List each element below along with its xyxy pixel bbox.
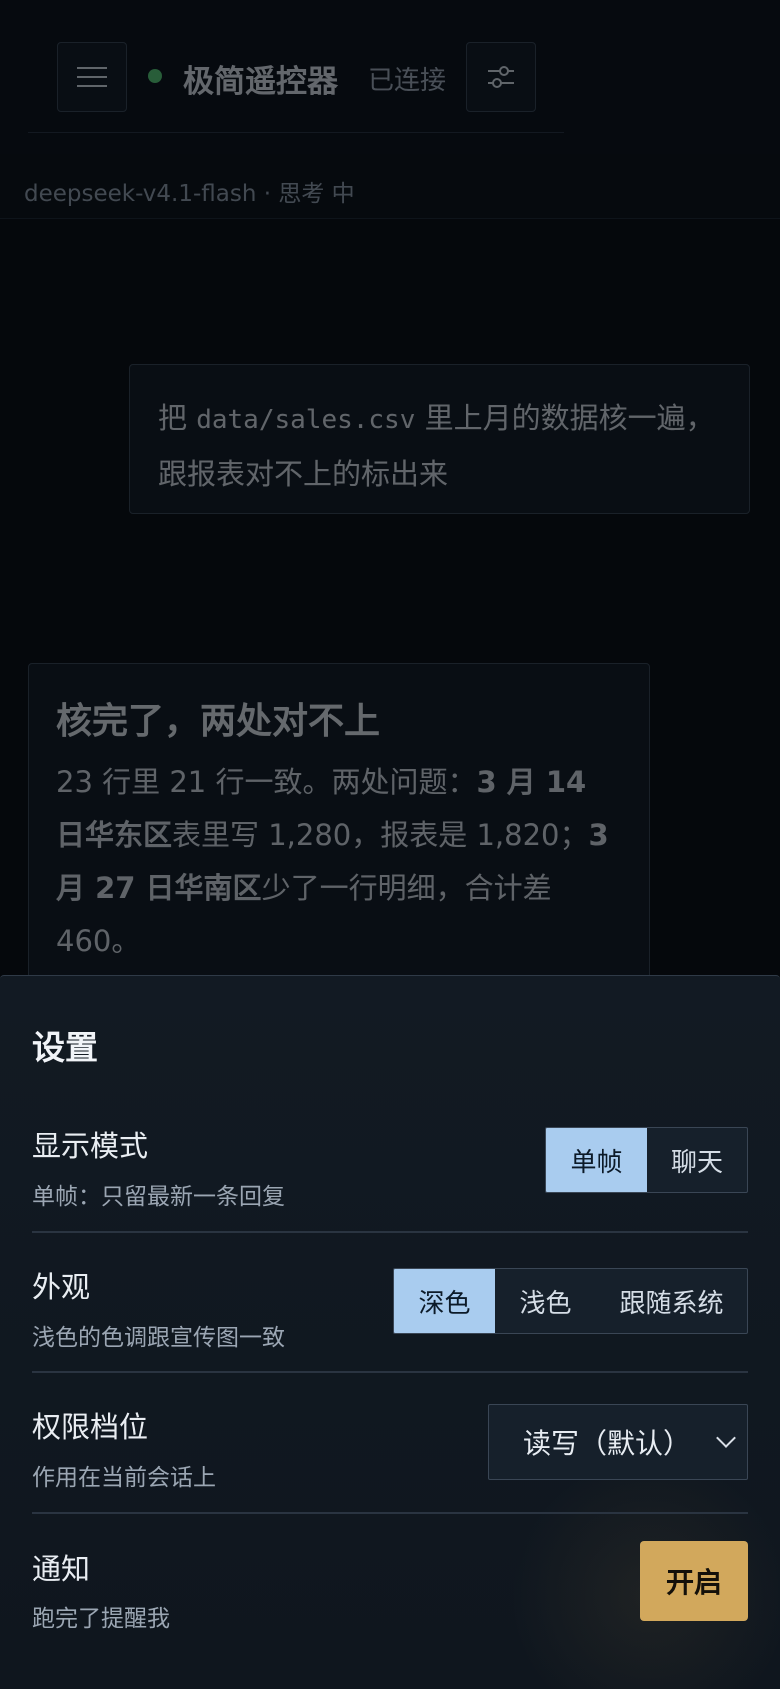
sliders-icon bbox=[488, 66, 514, 88]
appearance-label: 外观 bbox=[32, 1270, 91, 1304]
header-divider bbox=[28, 132, 564, 133]
notify-label: 通知 bbox=[32, 1552, 91, 1586]
display-mode-single[interactable]: 单帧 bbox=[546, 1128, 647, 1192]
permission-value: 读写（默认） bbox=[523, 1427, 692, 1460]
reply-text-2: 表里写 1,280，报表是 1,820； bbox=[172, 818, 589, 852]
display-mode-hint: 单帧：只留最新一条回复 bbox=[32, 1184, 285, 1210]
appearance-hint: 浅色的色调跟宣传图一致 bbox=[32, 1325, 285, 1351]
permission-label: 权限档位 bbox=[32, 1410, 149, 1444]
permission-hint: 作用在当前会话上 bbox=[32, 1465, 216, 1491]
user-message-text: 把 bbox=[158, 401, 197, 435]
settings-title: 设置 bbox=[32, 1028, 98, 1067]
menu-button[interactable] bbox=[57, 42, 127, 112]
file-path: data/sales.csv bbox=[196, 405, 416, 435]
model-info: deepseek-v4.1-flash · 思考 中 bbox=[24, 181, 355, 207]
appearance-light[interactable]: 浅色 bbox=[495, 1269, 596, 1333]
display-mode-label: 显示模式 bbox=[32, 1129, 149, 1163]
divider bbox=[32, 1231, 748, 1233]
reply-title: 核完了，两处对不上 bbox=[56, 701, 381, 742]
chevron-down-icon bbox=[716, 1428, 736, 1448]
display-mode-chat[interactable]: 聊天 bbox=[647, 1128, 747, 1192]
app-title: 极简遥控器 bbox=[183, 64, 338, 100]
divider bbox=[32, 1512, 748, 1514]
reply-text-1: 23 行里 21 行一致。两处问题： bbox=[56, 765, 477, 799]
reply-body: 23 行里 21 行一致。两处问题：3 月 14 日华东区表里写 1,280，报… bbox=[56, 756, 622, 968]
notify-enable-button[interactable]: 开启 bbox=[640, 1541, 748, 1621]
user-message: 把 data/sales.csv 里上月的数据核一遍，跟报表对不上的标出来 bbox=[129, 364, 750, 514]
appearance-dark[interactable]: 深色 bbox=[394, 1269, 495, 1333]
notify-hint: 跑完了提醒我 bbox=[32, 1606, 170, 1632]
connection-status-dot bbox=[148, 69, 162, 83]
hamburger-icon bbox=[77, 60, 107, 94]
assistant-reply: 核完了，两处对不上 23 行里 21 行一致。两处问题：3 月 14 日华东区表… bbox=[28, 663, 650, 983]
appearance-toggle: 深色 浅色 跟随系统 bbox=[393, 1268, 748, 1334]
connection-status: 已连接 bbox=[368, 66, 447, 96]
divider bbox=[32, 1371, 748, 1373]
permission-select[interactable]: 读写（默认） bbox=[488, 1404, 748, 1480]
settings-toggle-button[interactable] bbox=[466, 42, 536, 112]
appearance-system[interactable]: 跟随系统 bbox=[596, 1269, 747, 1333]
display-mode-toggle: 单帧 聊天 bbox=[545, 1127, 748, 1193]
